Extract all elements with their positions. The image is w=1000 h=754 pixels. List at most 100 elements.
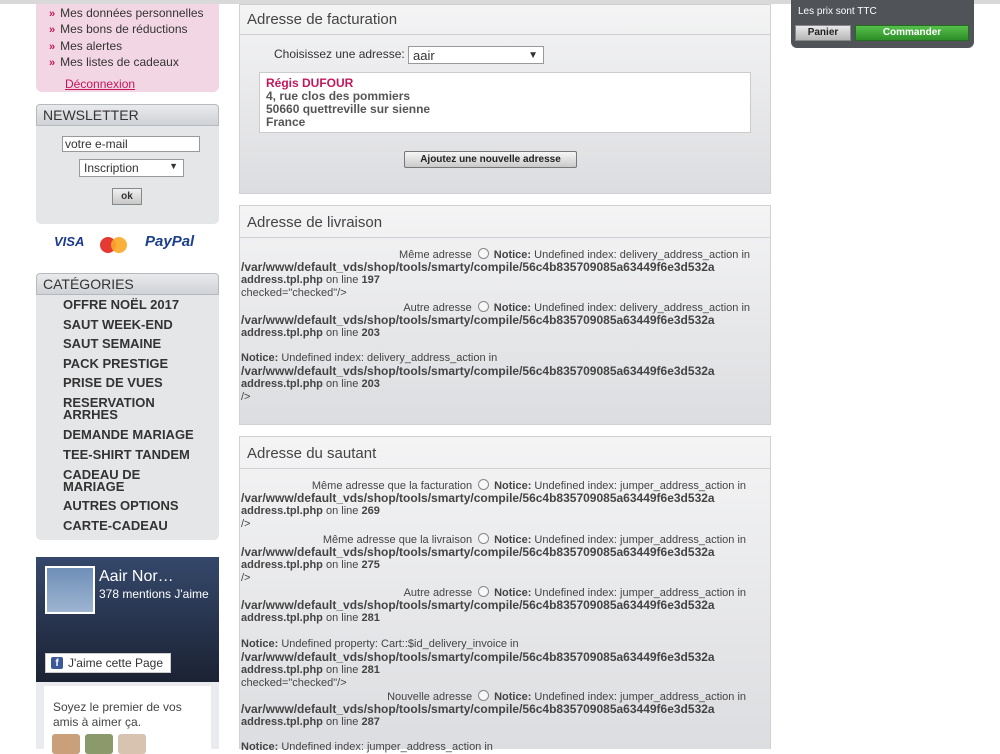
notice-tail: /> (241, 572, 251, 584)
cart-widget: Les prix sont TTC Panier Commander (791, 0, 974, 48)
panel-separator (240, 468, 770, 469)
notice-label: Notice: (241, 638, 279, 650)
delivery-notice: Notice: Undefined index: delivery_addres… (240, 352, 772, 403)
delivery-address-panel: Adresse de livraison Même adresse Notice:… (239, 205, 771, 425)
jumper-notice-last: Notice: Undefined index: jumper_address_… (240, 741, 772, 753)
notice-file: address.tpl.php (241, 612, 323, 624)
facebook-like-button[interactable]: f J'aime cette Page (45, 653, 171, 673)
account-item-label: Mes données personnelles (60, 6, 204, 20)
account-item-label: Mes bons de réductions (60, 22, 188, 36)
double-chevron-icon: » (49, 57, 56, 69)
address-city: 50660 quettreville sur sienne (266, 102, 431, 116)
newsletter-action-select[interactable]: Inscription ▼ (79, 159, 184, 177)
friend-avatar[interactable] (85, 734, 113, 754)
facebook-page-thumbnail[interactable] (45, 566, 95, 614)
notice-tail: checked="checked"/> (241, 677, 347, 689)
newsletter-title: NEWSLETTER (36, 104, 219, 126)
category-offre-noel[interactable]: OFFRE NOËL 2017 (63, 298, 213, 311)
category-saut-week-end[interactable]: SAUT WEEK-END (63, 318, 213, 331)
category-reservation-arrhes[interactable]: RESERVATION ARRHES (63, 396, 173, 421)
notice-on-line: on line (325, 274, 359, 286)
notice-line-number: 197 (361, 274, 380, 286)
jumper-new-radio[interactable] (478, 690, 490, 701)
category-prise-de-vues[interactable]: PRISE DE VUES (63, 376, 213, 389)
billing-select-value: aair (413, 48, 435, 63)
newsletter-box: votre e-mail Inscription ▼ ok (36, 126, 219, 224)
jumper-option-delivery: Même adresse que la livraison Notice: Und… (240, 533, 772, 584)
category-demande-mariage[interactable]: DEMANDE MARIAGE (63, 428, 213, 441)
account-item-personal-data[interactable]: » Mes données personnelles (49, 6, 204, 20)
add-address-button[interactable]: Ajoutez une nouvelle adresse (404, 151, 577, 168)
category-saut-semaine[interactable]: SAUT SEMAINE (63, 337, 213, 350)
double-chevron-icon: » (49, 8, 56, 20)
jumper-option-billing: Même adresse que la facturation Notice: U… (240, 479, 772, 530)
double-chevron-icon: » (49, 41, 56, 53)
notice-on-line: on line (325, 664, 359, 676)
notice-message: Undefined property: Cart::$id_delivery_i… (281, 638, 519, 650)
facebook-page-name[interactable]: Aair Nor… (99, 568, 174, 586)
account-item-vouchers[interactable]: » Mes bons de réductions (49, 22, 188, 36)
category-pack-prestige[interactable]: PACK PRESTIGE (63, 357, 213, 370)
notice-on-line: on line (325, 327, 359, 339)
jumper-title: Adresse du sautant (247, 445, 377, 462)
mastercard-logo (100, 237, 128, 253)
jumper-option-other: Autre adresse Notice: Undefined index: ju… (240, 586, 772, 636)
jumper-delivery-radio[interactable] (478, 533, 490, 544)
notice-path: /var/www/default_vds/shop/tools/smarty/c… (241, 702, 715, 716)
jumper-other-radio[interactable] (478, 586, 490, 597)
cart-button[interactable]: Panier (795, 25, 851, 41)
category-autres-options[interactable]: AUTRES OPTIONS (63, 499, 213, 512)
notice-line-number: 281 (361, 612, 380, 624)
billing-title: Adresse de facturation (247, 11, 398, 28)
delivery-option-same: Même adresse Notice: Undefined index: del… (240, 248, 772, 299)
billing-address-select[interactable]: aair ▼ (408, 46, 544, 64)
notice-path: /var/www/default_vds/shop/tools/smarty/c… (241, 260, 715, 274)
notice-line-number: 275 (361, 559, 380, 571)
jumper-option-new: Nouvelle adresse Notice: Undefined index:… (240, 690, 772, 740)
notice-file: address.tpl.php (241, 274, 323, 286)
notice-line-number: 281 (361, 664, 380, 676)
friend-avatar[interactable] (118, 734, 146, 754)
choose-address-label: Choisissez une adresse: (274, 47, 405, 61)
category-tee-shirt-tandem[interactable]: TEE-SHIRT TANDEM (63, 448, 213, 461)
delivery-title: Adresse de livraison (247, 214, 383, 231)
notice-file: address.tpl.php (241, 505, 323, 517)
notice-line-number: 269 (361, 505, 380, 517)
notice-line-number: 203 (361, 378, 380, 390)
paypal-logo: PayPal (145, 233, 195, 250)
delivery-other-radio[interactable] (477, 301, 489, 312)
dropdown-arrow-icon: ▼ (169, 161, 178, 171)
notice-path: /var/www/default_vds/shop/tools/smarty/c… (241, 364, 715, 378)
category-cadeau-de-mariage[interactable]: CADEAU DE MARIAGE (63, 468, 163, 493)
facebook-friends-box: Soyez le premier de vos amis à aimer ça. (36, 682, 219, 754)
logout-link[interactable]: Déconnexion (65, 77, 135, 91)
notice-label: Notice: (241, 352, 279, 364)
category-carte-cadeau[interactable]: CARTE-CADEAU (63, 519, 213, 532)
newsletter-email-input[interactable]: votre e-mail (62, 136, 200, 152)
notice-on-line: on line (325, 559, 359, 571)
account-item-alerts[interactable]: » Mes alertes (49, 39, 122, 53)
panel-separator (240, 34, 770, 35)
order-button[interactable]: Commander (855, 25, 969, 41)
notice-file: address.tpl.php (241, 378, 323, 390)
notice-message: Undefined index: delivery_address_action… (281, 352, 498, 364)
facebook-friends-inner: Soyez le premier de vos amis à aimer ça. (44, 686, 211, 754)
account-item-label: Mes alertes (60, 39, 123, 53)
notice-file: address.tpl.php (241, 664, 323, 676)
facebook-page-widget: Aair Nor… 378 mentions J'aime f J'aime c… (36, 557, 219, 682)
account-item-label: Mes listes de cadeaux (60, 55, 179, 69)
notice-path: /var/www/default_vds/shop/tools/smarty/c… (241, 491, 715, 505)
jumper-notice-cart: Notice: Undefined property: Cart::$id_de… (240, 638, 772, 689)
account-item-gift-lists[interactable]: » Mes listes de cadeaux (49, 55, 179, 69)
categories-title: CATÉGORIES (36, 273, 219, 295)
visa-logo: VISA (54, 234, 85, 249)
newsletter-ok-button[interactable]: ok (112, 188, 142, 205)
jumper-billing-radio[interactable] (478, 479, 490, 490)
double-chevron-icon: » (49, 24, 56, 36)
notice-line-number: 203 (361, 327, 380, 339)
notice-on-line: on line (325, 378, 359, 390)
notice-label: Notice: (241, 741, 279, 753)
notice-on-line: on line (325, 505, 359, 517)
delivery-same-radio[interactable] (477, 248, 489, 259)
friend-avatar[interactable] (52, 734, 80, 754)
